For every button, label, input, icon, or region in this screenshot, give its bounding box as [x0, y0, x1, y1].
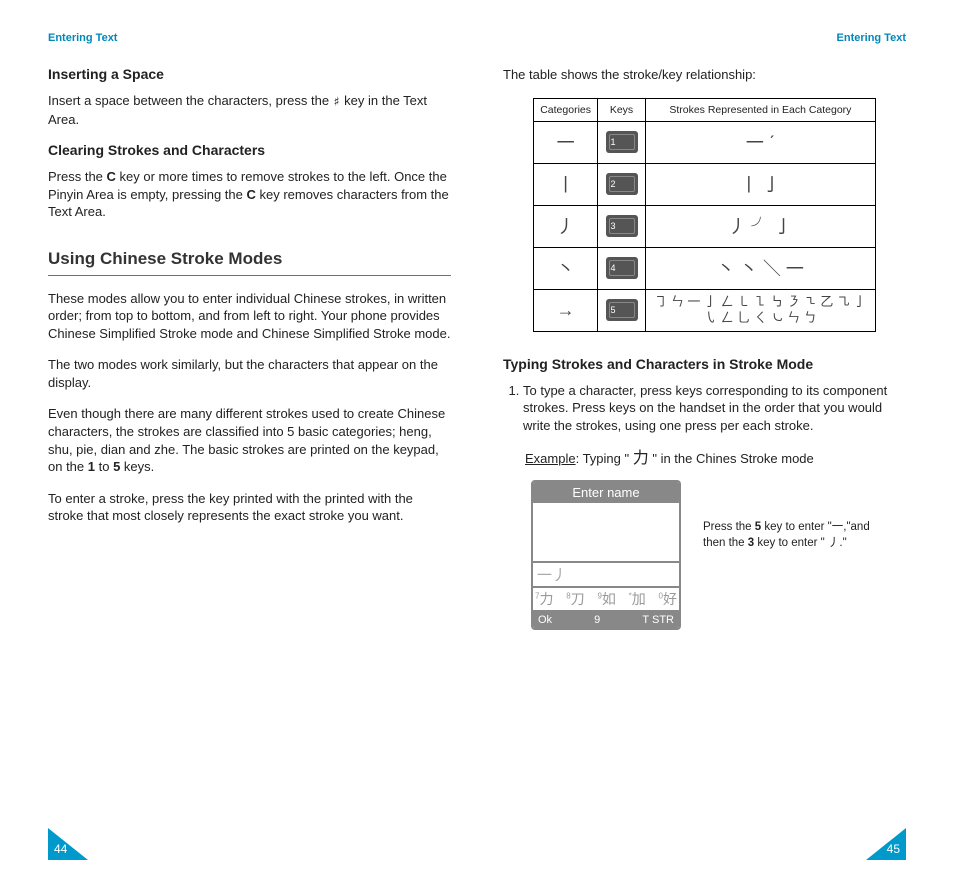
- heading-stroke-modes: Using Chinese Stroke Modes: [48, 249, 451, 276]
- keypad-key-icon: 1: [606, 131, 638, 153]
- para-modes-3: Even though there are many different str…: [48, 405, 451, 475]
- keypad-key-icon: 4: [606, 257, 638, 279]
- table-row: 丶 4 丶 丶 ＼ 一: [534, 247, 876, 289]
- softkey-right: T STR: [642, 614, 674, 626]
- para-table-intro: The table shows the stroke/key relations…: [503, 66, 906, 84]
- running-header-right: Entering Text: [503, 32, 906, 44]
- th-strokes: Strokes Represented in Each Category: [646, 98, 876, 121]
- phone-screen-mock: Enter name 一丿 7力8刀9如*加0好 Ok 9 T STR: [531, 480, 681, 630]
- table-row: 丨 2 丨 亅: [534, 163, 876, 205]
- keypad-key-icon: 2: [606, 173, 638, 195]
- phone-candidates: 7力8刀9如*加0好: [533, 588, 679, 612]
- para-modes-4: To enter a stroke, press the key printed…: [48, 490, 451, 525]
- softkey-left: Ok: [538, 614, 552, 626]
- phone-note: Press the 5 key to enter "一,"and then th…: [703, 520, 873, 551]
- example-line: Example: Typing " 力 " in the Chines Stro…: [525, 444, 906, 468]
- para-clearing: Press the C key or more times to remove …: [48, 168, 451, 221]
- step-1: To type a character, press keys correspo…: [523, 382, 906, 435]
- pound-key-glyph: ♯: [333, 94, 341, 112]
- th-keys: Keys: [598, 98, 646, 121]
- heading-clearing: Clearing Strokes and Characters: [48, 142, 451, 158]
- page-number-right: 45: [866, 828, 906, 860]
- para-modes-1: These modes allow you to enter individua…: [48, 290, 451, 343]
- heading-inserting-space: Inserting a Space: [48, 66, 451, 82]
- table-row: 一 1 一 ˊ: [534, 121, 876, 163]
- table-row: 丿 3 丿 ╯ 亅: [534, 205, 876, 247]
- keypad-key-icon: 5: [606, 299, 638, 321]
- keypad-key-icon: 3: [606, 215, 638, 237]
- heading-typing-strokes: Typing Strokes and Characters in Stroke …: [503, 356, 906, 372]
- th-categories: Categories: [534, 98, 598, 121]
- phone-stroke-row: 一丿: [533, 563, 679, 588]
- table-row: → 5 ㇆ ㄣ 一 亅 ㄥ ㇄ ㇅ ㇉ ㇋ ㇍ 乙 ㇈ 亅 ㇂ ㄥ 乚 ㄑ ㇃ …: [534, 289, 876, 331]
- stroke-key-table: Categories Keys Strokes Represented in E…: [533, 98, 876, 332]
- running-header-left: Entering Text: [48, 32, 451, 44]
- para-modes-2: The two modes work similarly, but the ch…: [48, 356, 451, 391]
- para-inserting-space: Insert a space between the characters, p…: [48, 92, 451, 128]
- softkey-mid: 9: [594, 614, 600, 626]
- phone-title-bar: Enter name: [533, 482, 679, 503]
- page-number-left: 44: [48, 828, 88, 860]
